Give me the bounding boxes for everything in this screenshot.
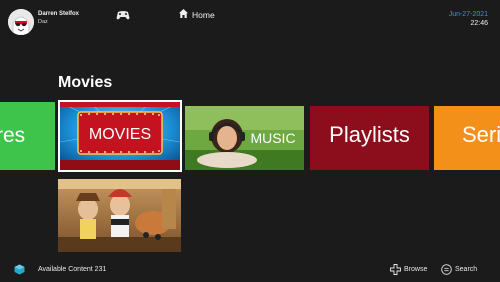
music-tile-art: MUSIC [185,106,304,170]
tile-genres-label: res [0,124,26,147]
dpad-icon [390,264,401,275]
user-name: Darren Stelfox [38,11,80,17]
tile-movies-label: MOVIES [89,126,151,143]
toy-story-poster-image [58,179,181,252]
date-display: Jun-27-2021 [448,11,488,18]
time-display: 22:46 [470,20,488,27]
movies-tile-art: MOVIES [60,102,180,170]
stormtrooper-avatar-icon [8,9,34,35]
tile-genres[interactable]: res [0,102,55,170]
user-gamertag: Daz [38,19,48,25]
browse-button[interactable]: Browse [404,266,427,273]
tile-playlists-label: Playlists [329,122,410,147]
tile-music-label: MUSIC [250,130,295,146]
media-center-screen: Darren Stelfox Daz Home Jun-27-2021 22:4… [0,0,500,282]
tile-toy-story[interactable] [58,179,181,252]
search-button[interactable]: Search [455,266,477,273]
content-icon [14,264,25,275]
controller-icon[interactable] [116,9,130,21]
menu-button-icon [441,264,452,275]
tile-series-label: Seri [462,122,500,147]
tile-playlists[interactable]: Playlists [310,106,429,170]
home-icon[interactable] [178,8,189,19]
tile-music[interactable]: MUSIC [185,106,304,170]
user-avatar[interactable] [8,9,34,35]
tile-series[interactable]: Seri [434,106,500,170]
available-content-label: Available Content 231 [38,266,107,273]
home-label[interactable]: Home [192,10,215,20]
tile-movies[interactable]: MOVIES [58,100,182,172]
section-title: Movies [58,74,113,91]
